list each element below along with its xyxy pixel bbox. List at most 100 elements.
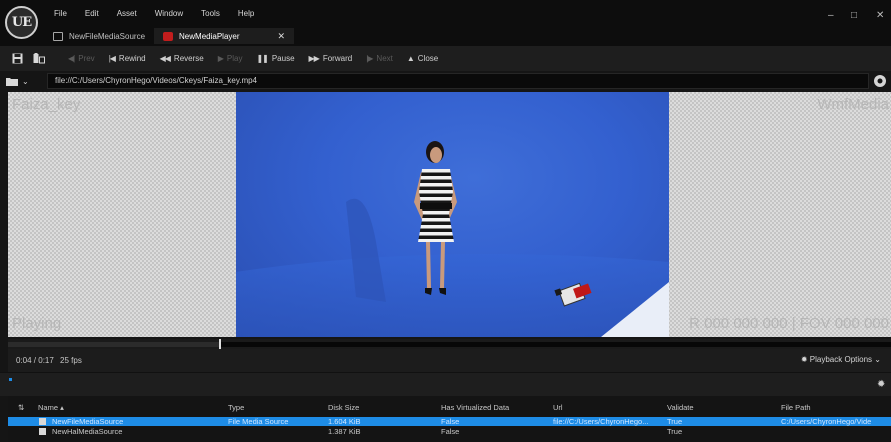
- row-url: file://C:/Users/ChyronHego...: [553, 417, 649, 426]
- row-validate: True: [667, 427, 683, 436]
- prev-button[interactable]: ◀| Prev: [68, 54, 95, 63]
- row-name: NewHalMediaSource: [52, 427, 123, 436]
- sort-icon[interactable]: ⇅: [18, 403, 24, 412]
- eject-icon: ▲: [406, 54, 415, 63]
- chevron-down-icon: ⌄: [874, 355, 881, 364]
- row-type: File Media Source: [228, 417, 289, 426]
- title-bar: UE File Edit Asset Window Tools Help New…: [0, 0, 891, 46]
- minimize-button[interactable]: –: [828, 10, 834, 21]
- playback-options-button[interactable]: ✹ Playback Options ⌄: [801, 355, 881, 364]
- video-frame-image: [236, 141, 669, 337]
- asset-table: ⇅ Name ▴ Type Disk Size Has Virtualized …: [8, 396, 891, 442]
- time-readout: 0:04 / 0:17: [16, 356, 54, 365]
- tab-label: NewMediaPlayer: [179, 31, 240, 41]
- open-url-dropdown[interactable]: ⌄: [6, 75, 40, 87]
- col-name[interactable]: Name ▴: [38, 403, 64, 412]
- menu-window[interactable]: Window: [155, 9, 183, 21]
- playback-time: 0:04 / 0:17 25 fps: [16, 356, 82, 365]
- gear-icon: ✹: [800, 355, 808, 364]
- col-url[interactable]: Url: [553, 403, 563, 412]
- player-name-overlay: WmfMedia: [817, 96, 889, 113]
- col-type[interactable]: Type: [228, 403, 244, 412]
- prev-label: Prev: [78, 54, 95, 63]
- browse-icon[interactable]: [32, 52, 46, 66]
- playback-state-overlay: Playing: [12, 315, 62, 332]
- sort-asc-icon: ▴: [60, 403, 64, 412]
- media-url-input[interactable]: file://C:/Users/ChyronHego/Videos/Ckeys/…: [47, 73, 869, 89]
- row-disk-size: 1.387 KiB: [328, 427, 361, 436]
- close-window-button[interactable]: ✕: [876, 10, 884, 21]
- col-name-label: Name: [38, 403, 59, 412]
- settings-gear-icon[interactable]: ✹: [877, 379, 885, 390]
- reverse-icon: ◀◀: [159, 54, 171, 63]
- chevron-down-icon: ⌄: [22, 76, 29, 86]
- pause-button[interactable]: ❚❚ Pause: [256, 54, 294, 63]
- menu-file[interactable]: File: [54, 9, 67, 21]
- media-source-icon: [53, 31, 63, 41]
- col-has-virtualized-data[interactable]: Has Virtualized Data: [441, 403, 509, 412]
- menu-help[interactable]: Help: [238, 9, 254, 21]
- unreal-logo: UE: [5, 6, 38, 39]
- timeline-progress: [8, 342, 220, 347]
- pause-label: Pause: [271, 54, 295, 63]
- fps-readout: 25 fps: [60, 356, 82, 365]
- open-url-button[interactable]: [874, 75, 886, 87]
- play-icon: ▶: [217, 54, 224, 63]
- rotation-fov-overlay: R 000 000 000 | FOV 000 000: [689, 315, 889, 332]
- media-source-asset-icon: [39, 418, 46, 425]
- tab-close-icon[interactable]: ✕: [278, 31, 286, 42]
- video-frame: [236, 92, 669, 337]
- forward-button[interactable]: ▶▶ Forward: [309, 54, 353, 63]
- timeline-scrubber[interactable]: [8, 339, 891, 349]
- next-icon: |▶: [366, 54, 373, 63]
- row-virtualized: False: [441, 427, 460, 436]
- close-label: Close: [417, 54, 439, 63]
- media-viewport[interactable]: Faiza_key WmfMedia Playing R 000 000 000…: [8, 92, 891, 337]
- row-disk-size: 1.604 KiB: [328, 417, 361, 426]
- scrubber-handle[interactable]: [218, 339, 221, 349]
- tab-new-file-media-source[interactable]: NewFileMediaSource: [44, 28, 154, 44]
- reverse-label: Reverse: [173, 54, 204, 63]
- row-validate: True: [667, 417, 683, 426]
- table-row[interactable]: NewFileMediaSource File Media Source 1.6…: [8, 417, 891, 426]
- save-icon[interactable]: [10, 52, 24, 66]
- row-name: NewFileMediaSource: [52, 417, 124, 426]
- tab-label: NewFileMediaSource: [69, 31, 146, 41]
- play-label: Play: [226, 54, 243, 63]
- rewind-label: Rewind: [118, 54, 146, 63]
- row-file-path: C:/Users/ChyronHego/Vide: [781, 417, 872, 426]
- menu-asset[interactable]: Asset: [117, 9, 137, 21]
- col-disk-size[interactable]: Disk Size: [328, 403, 359, 412]
- panel-accent: [9, 378, 12, 381]
- tab-new-media-player[interactable]: NewMediaPlayer ✕: [154, 28, 295, 44]
- menu-edit[interactable]: Edit: [85, 9, 99, 21]
- maximize-button[interactable]: □: [851, 10, 857, 21]
- reverse-button[interactable]: ◀◀ Reverse: [160, 54, 204, 63]
- media-player-icon: [163, 31, 174, 41]
- playback-status-bar: 0:04 / 0:17 25 fps ✹ Playback Options ⌄: [8, 349, 891, 372]
- playback-options-label: Playback Options: [809, 355, 873, 364]
- col-file-path[interactable]: File Path: [781, 403, 811, 412]
- url-bar: ⌄ file://C:/Users/ChyronHego/Videos/Ckey…: [0, 71, 891, 91]
- forward-label: Forward: [322, 54, 353, 63]
- rewind-button[interactable]: |◀ Rewind: [109, 54, 146, 63]
- next-label: Next: [376, 54, 393, 63]
- table-row[interactable]: NewHalMediaSource 1.387 KiB False True: [8, 427, 891, 436]
- rewind-icon: |◀: [108, 54, 116, 63]
- prev-icon: ◀|: [68, 54, 75, 63]
- play-button[interactable]: ▶ Play: [218, 54, 243, 63]
- media-source-asset-icon: [39, 428, 46, 435]
- row-virtualized: False: [441, 417, 460, 426]
- document-tabs: NewFileMediaSource NewMediaPlayer ✕: [44, 28, 295, 44]
- close-media-button[interactable]: ▲ Close: [407, 54, 438, 63]
- menu-bar: File Edit Asset Window Tools Help: [54, 9, 272, 21]
- col-validate[interactable]: Validate: [667, 403, 694, 412]
- menu-tools[interactable]: Tools: [201, 9, 220, 21]
- player-toolbar: ◀| Prev |◀ Rewind ◀◀ Reverse ▶ Play ❚❚ Pause …: [0, 46, 891, 71]
- next-button[interactable]: |▶ Next: [366, 54, 393, 63]
- pause-icon: ❚❚: [256, 54, 268, 63]
- forward-icon: ▶▶: [308, 54, 320, 63]
- content-browser-header: ✹: [0, 372, 891, 396]
- media-name-overlay: Faiza_key: [12, 96, 81, 113]
- folder-icon: [6, 77, 18, 86]
